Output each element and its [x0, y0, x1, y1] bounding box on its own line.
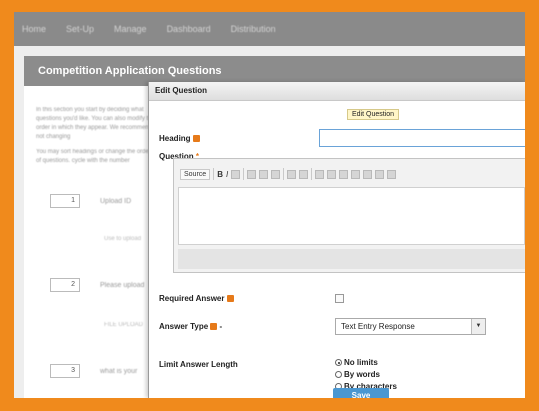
- indent-icon[interactable]: [351, 169, 361, 179]
- copy-icon[interactable]: [259, 169, 269, 179]
- undo-icon[interactable]: [287, 169, 297, 179]
- question-text-3: what is your: [100, 368, 138, 375]
- strikethrough-icon[interactable]: [231, 169, 241, 179]
- required-answer-label: Required Answer: [159, 294, 234, 303]
- italic-button[interactable]: I: [226, 170, 228, 179]
- numbered-list-icon[interactable]: [315, 169, 325, 179]
- info-icon[interactable]: [192, 135, 200, 142]
- question-order-input-2[interactable]: 2: [50, 278, 80, 292]
- nav-item-home[interactable]: Home: [22, 24, 46, 34]
- radio-button[interactable]: [335, 371, 342, 378]
- flag-icon[interactable]: [387, 169, 397, 179]
- limit-length-label: Limit Answer Length: [159, 360, 238, 369]
- info-icon[interactable]: [210, 323, 218, 330]
- editor-text-area[interactable]: [178, 187, 525, 245]
- radio-by-words[interactable]: By words: [335, 370, 380, 379]
- radio-no-limits[interactable]: No limits: [335, 358, 378, 367]
- question-sub-1: Use to upload: [104, 236, 142, 242]
- heading-input[interactable]: [319, 129, 525, 147]
- heading-label-text: Heading: [159, 134, 191, 143]
- answer-type-suffix: -: [219, 322, 223, 331]
- redo-icon[interactable]: [299, 169, 309, 179]
- heading-label: Heading: [159, 134, 200, 143]
- question-text-2: Please upload: [100, 282, 145, 289]
- save-button[interactable]: Save: [333, 388, 389, 398]
- editor-footer: [178, 249, 525, 269]
- question-order-input-1[interactable]: 1: [50, 194, 80, 208]
- nav-item-dashboard[interactable]: Dashboard: [167, 24, 211, 34]
- nav-item-manage[interactable]: Manage: [114, 24, 147, 34]
- toolbar-separator: [283, 168, 285, 180]
- toolbar-separator: [213, 168, 215, 180]
- nav-item-distribution[interactable]: Distribution: [231, 24, 276, 34]
- chevron-down-icon[interactable]: ▼: [471, 319, 485, 334]
- required-answer-checkbox[interactable]: [335, 294, 344, 303]
- bold-button[interactable]: B: [217, 170, 223, 179]
- outdent-icon[interactable]: [339, 169, 349, 179]
- bulleted-list-icon[interactable]: [327, 169, 337, 179]
- question-order-input-3[interactable]: 3: [50, 364, 80, 378]
- nav-item-setup[interactable]: Set-Up: [66, 24, 94, 34]
- radio-label: By words: [344, 370, 381, 379]
- dialog-title: Edit Question: [149, 82, 525, 101]
- info-icon[interactable]: [226, 295, 234, 302]
- toolbar-separator: [243, 168, 245, 180]
- intro-text-2: You may sort headings or change the orde…: [36, 149, 151, 164]
- top-navigation: Home Set-Up Manage Dashboard Distributio…: [14, 12, 525, 46]
- answer-type-select[interactable]: Text Entry Response ▼: [335, 318, 486, 335]
- answer-type-label: Answer Type -: [159, 322, 222, 331]
- editor-toolbar: Source B I: [178, 163, 525, 185]
- radio-label: No limits: [344, 358, 378, 367]
- toolbar-separator: [311, 168, 313, 180]
- rich-text-editor: Source B I: [173, 158, 525, 273]
- radio-button[interactable]: [335, 359, 342, 366]
- link-icon[interactable]: [363, 169, 373, 179]
- intro-text: In this section you start by deciding wh…: [36, 107, 155, 140]
- source-button[interactable]: Source: [180, 168, 211, 180]
- edit-question-dialog: Edit Question Edit Question Heading Ques…: [148, 82, 525, 398]
- question-text-1: Upload ID: [100, 198, 132, 205]
- question-sub-2: FILE UPLOAD: [104, 322, 144, 328]
- required-answer-label-text: Required Answer: [159, 294, 225, 303]
- cut-icon[interactable]: [247, 169, 257, 179]
- paste-icon[interactable]: [271, 169, 281, 179]
- tooltip: Edit Question: [347, 109, 400, 120]
- answer-type-label-text: Answer Type: [159, 322, 209, 331]
- app-frame: Home Set-Up Manage Dashboard Distributio…: [14, 12, 525, 398]
- unlink-icon[interactable]: [375, 169, 385, 179]
- answer-type-value: Text Entry Response: [341, 322, 415, 331]
